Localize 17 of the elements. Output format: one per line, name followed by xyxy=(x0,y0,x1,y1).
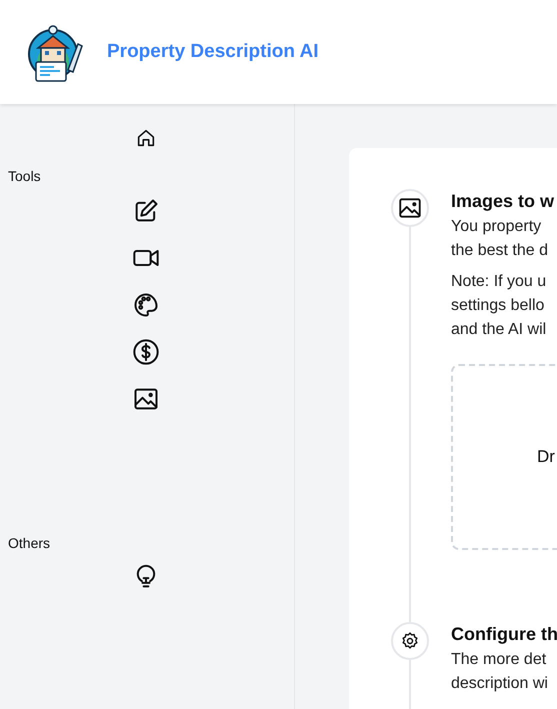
description-line: the best the d xyxy=(451,241,549,261)
section-heading: Tools xyxy=(7,167,42,186)
image-dropzone[interactable]: Dr xyxy=(451,364,557,550)
description-line: description wi xyxy=(451,674,549,694)
home-icon xyxy=(135,127,157,149)
app-title: Property Description AI xyxy=(107,40,319,64)
description-line: Note: If you u xyxy=(451,272,548,292)
dollar-icon xyxy=(132,338,160,366)
gear-icon xyxy=(400,631,420,651)
step-title: Images to w xyxy=(451,191,556,211)
description-line: You property xyxy=(451,217,542,237)
section-heading: Others xyxy=(7,534,52,553)
step-title: Configure th xyxy=(451,624,557,644)
description-line: settings bello xyxy=(451,296,546,316)
description-line: The more det xyxy=(451,650,548,670)
palette-icon xyxy=(132,291,160,319)
description-line: and the AI wil xyxy=(451,320,548,340)
